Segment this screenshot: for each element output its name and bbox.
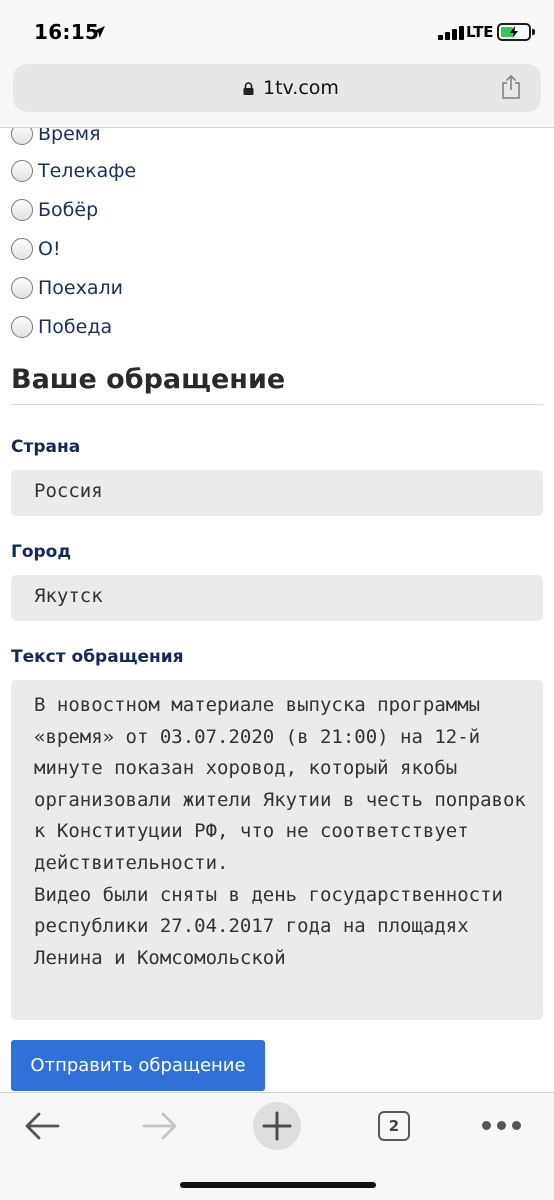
radio-label: Телекафе: [38, 160, 137, 182]
browser-header: 1tv.com: [0, 62, 554, 128]
battery-charging-icon: [497, 23, 531, 41]
country-field[interactable]: Россия: [11, 470, 543, 516]
radio-label: Победа: [38, 316, 113, 338]
more-dots-icon[interactable]: [482, 1121, 522, 1131]
radio-option-pobeda[interactable]: Победа: [11, 313, 112, 341]
share-icon[interactable]: [500, 74, 522, 100]
radio-option-telekafe[interactable]: Телекафе: [11, 157, 136, 185]
radio-option-vremya[interactable]: Время: [11, 128, 101, 148]
battery-cap: [532, 29, 535, 35]
radio-button[interactable]: [11, 128, 33, 145]
radio-button[interactable]: [11, 160, 33, 182]
status-time: 16:15: [34, 20, 100, 44]
divider: [11, 404, 543, 405]
status-bar: 16:15 LTE: [0, 0, 554, 62]
country-label: Страна: [11, 437, 81, 457]
section-title: Ваше обращение: [11, 364, 286, 395]
radio-option-bober[interactable]: Бобёр: [11, 196, 98, 224]
new-tab-plus-icon: [262, 1111, 292, 1141]
tabs-icon[interactable]: 2: [378, 1111, 410, 1141]
message-label: Текст обращения: [11, 647, 184, 667]
new-tab-button[interactable]: [253, 1102, 301, 1150]
location-arrow-icon: [93, 26, 105, 38]
message-text: В новостном материале выпуска программы …: [34, 694, 526, 969]
lock-icon: [243, 82, 254, 95]
signal-icon: [438, 26, 466, 40]
url-text[interactable]: 1tv.com: [263, 77, 339, 99]
submit-button[interactable]: Отправить обращение: [11, 1040, 265, 1091]
message-textarea[interactable]: В новостном материале выпуска программы …: [11, 680, 543, 1020]
tab-count: 2: [388, 1117, 400, 1135]
page-content: Время Телекафе Бобёр О! Поехали Победа В…: [0, 128, 554, 1092]
back-arrow-icon[interactable]: [24, 1111, 62, 1141]
browser-toolbar: 2: [0, 1092, 554, 1200]
radio-label: Бобёр: [38, 199, 99, 221]
address-bar[interactable]: 1tv.com: [13, 64, 541, 112]
network-type: LTE: [466, 23, 494, 41]
radio-button[interactable]: [11, 316, 33, 338]
city-label: Город: [11, 542, 72, 562]
radio-button[interactable]: [11, 199, 33, 221]
forward-arrow-icon[interactable]: [140, 1111, 178, 1141]
radio-button[interactable]: [11, 238, 33, 260]
city-field[interactable]: Якутск: [11, 575, 543, 621]
home-indicator: [180, 1182, 376, 1188]
radio-label: Время: [38, 128, 101, 145]
radio-option-poekhali[interactable]: Поехали: [11, 274, 123, 302]
radio-label: О!: [38, 238, 61, 260]
radio-button[interactable]: [11, 277, 33, 299]
radio-label: Поехали: [38, 277, 123, 299]
radio-option-o[interactable]: О!: [11, 235, 61, 263]
